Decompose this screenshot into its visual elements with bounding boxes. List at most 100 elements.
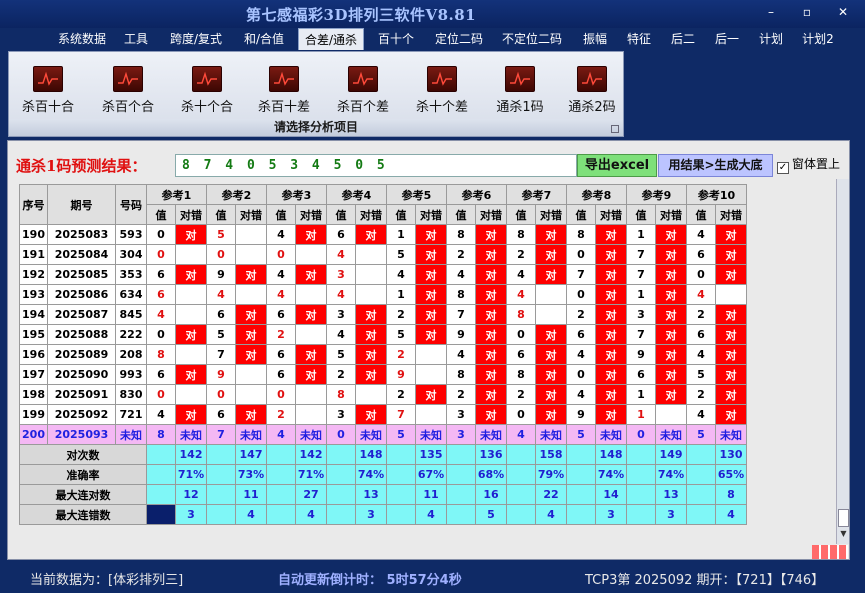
wrong-mark [355, 264, 387, 285]
future-value: 0 [326, 424, 356, 445]
maximize-icon[interactable]: ▫ [797, 4, 817, 20]
ref-value: 2 [386, 344, 416, 365]
scrollbar-thumb[interactable] [838, 509, 849, 527]
row-seq: 195 [19, 324, 48, 345]
stat-left-cell [206, 444, 236, 465]
stat-value: 5 [475, 504, 507, 525]
minimize-icon[interactable]: – [761, 4, 781, 20]
future-value: 5 [386, 424, 416, 445]
ref-value: 0 [566, 244, 596, 265]
tab-system-data[interactable]: 系统数据 [52, 28, 112, 50]
table-row-future[interactable]: 200 2025093 未知 8 未知 7 未知 4 未知 0 未知 5 未知 3 未知 4 未知 5 未知 0 未知 5… [19, 424, 747, 445]
table-row[interactable]: 195 2025088 222 0 对 5 对 2 4 对 5 对 9 对 0 对 6 对 7 对 6 对 [19, 324, 747, 345]
table-row[interactable]: 198 2025091 830 0 0 0 8 2 对 2 对 2 对 4 对 1 对 2 对 [19, 384, 747, 405]
tab-feature[interactable]: 特征 [621, 28, 657, 50]
correct-mark: 对 [295, 264, 327, 285]
ribbon-button[interactable]: 杀百个合 [93, 66, 163, 118]
tab-plan[interactable]: 计划 [753, 28, 789, 50]
correct-mark: 对 [535, 224, 567, 245]
tab-last-two[interactable]: 后二 [665, 28, 701, 50]
wrong-mark [295, 284, 327, 305]
stat-left-cell [446, 464, 476, 485]
ref-value: 6 [326, 224, 356, 245]
tab-amplitude[interactable]: 振幅 [577, 28, 613, 50]
close-icon[interactable]: ✕ [833, 4, 853, 20]
expand-icon[interactable] [611, 125, 619, 133]
row-period: 2025086 [47, 284, 116, 305]
export-excel-button[interactable]: 导出excel [577, 154, 657, 177]
tab-sum-value[interactable]: 和/合值 [236, 28, 292, 50]
ref-value: 3 [326, 404, 356, 425]
checkbox-icon[interactable]: ✓ [777, 162, 789, 174]
ref-value: 9 [386, 364, 416, 385]
wrong-mark [415, 404, 447, 425]
correct-mark: 对 [655, 344, 687, 365]
correct-mark: 对 [475, 364, 507, 385]
stat-value: 74% [595, 464, 627, 485]
ribbon-button[interactable]: 杀百十差 [249, 66, 319, 118]
wrong-mark [295, 404, 327, 425]
ribbon-button[interactable]: 通杀2码 [557, 66, 627, 118]
ref-value: 6 [626, 364, 656, 385]
tab-diff-kill[interactable]: 合差/通杀 [298, 28, 364, 50]
correct-mark: 对 [535, 384, 567, 405]
prediction-result-field[interactable]: 8 7 4 0 5 3 4 5 0 5 [175, 154, 577, 177]
scroll-down-icon[interactable]: ▼ [838, 529, 849, 541]
ref-header: 参考9 [626, 184, 687, 205]
stat-left-cell [686, 444, 716, 465]
stat-row: 最大连对数 12 11 27 13 11 16 22 14 13 8 [19, 484, 747, 505]
correct-mark: 对 [355, 224, 387, 245]
ref-value: 4 [686, 284, 716, 305]
table-row[interactable]: 196 2025089 208 8 7 对 6 对 5 对 2 4 对 6 对 4 对 9 对 4 对 [19, 344, 747, 365]
future-value: 0 [626, 424, 656, 445]
stat-left-cell [686, 464, 716, 485]
vertical-scrollbar[interactable]: ▼ [836, 179, 849, 544]
wrong-mark [655, 404, 687, 425]
row-seq: 198 [19, 384, 48, 405]
tab-tools[interactable]: 工具 [118, 28, 154, 50]
table-row[interactable]: 194 2025087 845 4 6 对 6 对 3 对 2 对 7 对 8 2 对 3 对 2 对 [19, 304, 747, 325]
correct-mark: 对 [475, 224, 507, 245]
stat-value: 67% [415, 464, 447, 485]
row-code: 845 [115, 304, 147, 325]
ribbon-button[interactable]: 通杀1码 [485, 66, 555, 118]
tab-hundreds-tens-units[interactable]: 百十个 [372, 28, 420, 50]
table-row[interactable]: 191 2025084 304 0 0 0 4 5 对 2 对 2 对 0 对 7 对 6 对 [19, 244, 747, 265]
ribbon-button[interactable]: 杀百个差 [328, 66, 398, 118]
ref-value: 5 [386, 244, 416, 265]
ribbon-button[interactable]: 杀十个差 [407, 66, 477, 118]
stat-left-cell [506, 504, 536, 525]
table-row[interactable]: 193 2025086 634 6 4 4 4 1 对 8 对 4 0 对 1 对 4 [19, 284, 747, 305]
stat-value: 147 [235, 444, 267, 465]
ribbon-button[interactable]: 杀十个合 [172, 66, 242, 118]
row-seq: 194 [19, 304, 48, 325]
row-seq: 191 [19, 244, 48, 265]
table-row[interactable]: 190 2025083 593 0 对 5 4 对 6 对 1 对 8 对 8 对 8 对 1 对 4 对 [19, 224, 747, 245]
row-period: 2025092 [47, 404, 116, 425]
stat-value: 79% [535, 464, 567, 485]
table-row[interactable]: 197 2025090 993 6 对 9 6 对 2 对 9 8 对 8 对 0 对 6 对 5 对 [19, 364, 747, 385]
tab-unfixed-two[interactable]: 不定位二码 [497, 28, 567, 50]
ref-value: 4 [686, 404, 716, 425]
tab-last-one[interactable]: 后一 [709, 28, 745, 50]
status-bar: 当前数据为：[体彩排列三] 自动更新倒计时： 5时57分4秒 TCP3第 202… [0, 562, 865, 593]
chart-icon [192, 66, 222, 92]
row-code: 721 [115, 404, 147, 425]
tab-plan2[interactable]: 计划2 [797, 28, 839, 50]
ref-value: 2 [386, 384, 416, 405]
table-row[interactable]: 192 2025085 353 6 对 9 对 4 对 3 4 对 4 对 4 对 7 对 7 对 0 对 [19, 264, 747, 285]
pin-window-checkbox[interactable]: ✓ 窗体置上 [777, 155, 840, 174]
generate-base-button[interactable]: 用结果>生成大底 [658, 154, 773, 177]
correct-mark: 对 [715, 404, 747, 425]
correct-mark: 对 [475, 244, 507, 265]
ref-header: 参考10 [686, 184, 747, 205]
tab-span-compound[interactable]: 跨度/复式 [164, 28, 228, 50]
stat-left-cell [146, 464, 176, 485]
ref-value: 2 [686, 384, 716, 405]
ref-value: 9 [206, 264, 236, 285]
stat-value: 4 [715, 504, 747, 525]
table-row[interactable]: 199 2025092 721 4 对 6 对 2 3 对 7 3 对 0 对 9 对 1 4 对 [19, 404, 747, 425]
ribbon-button[interactable]: 杀百十合 [13, 66, 83, 118]
tab-fixed-two[interactable]: 定位二码 [430, 28, 488, 50]
chart-icon [33, 66, 63, 92]
